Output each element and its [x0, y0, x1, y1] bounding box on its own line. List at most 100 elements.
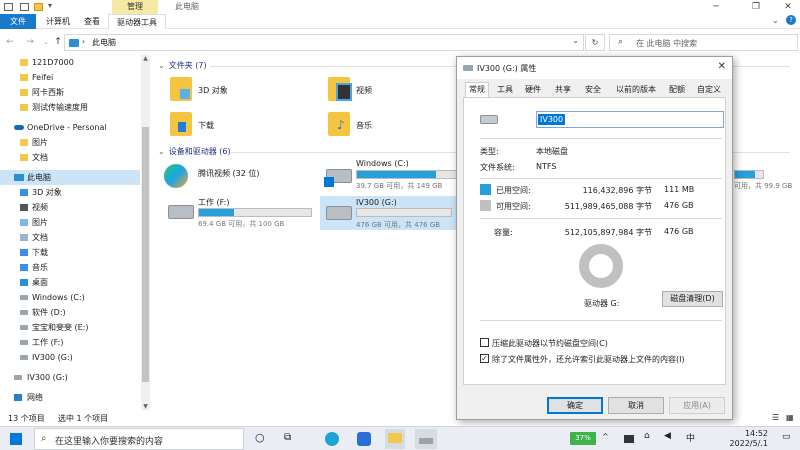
drive-partial[interactable]: 可用，共 99.9 GB	[734, 159, 796, 193]
up-arrow-icon[interactable]: ↑	[52, 35, 64, 49]
sidebar-item-onedrive[interactable]: OneDrive - Personal	[0, 120, 140, 135]
sidebar-item[interactable]: 文档	[0, 230, 140, 245]
sidebar-item[interactable]: 图片	[0, 215, 140, 230]
drive-icon	[20, 355, 28, 360]
refresh-icon[interactable]: ↻	[585, 34, 605, 51]
sidebar-item[interactable]: 下载	[0, 245, 140, 260]
expand-ribbon-icon[interactable]: ⌄	[772, 16, 779, 25]
tab-tools[interactable]: 工具	[493, 83, 517, 97]
folder-videos[interactable]: 视频	[328, 77, 468, 107]
scrollbar-thumb[interactable]	[142, 127, 149, 382]
app-tencent-video[interactable]: 腾讯视频 (32 位)	[164, 162, 314, 196]
drive-label: IV300 (G:)	[356, 198, 397, 207]
sidebar-item[interactable]: IV300 (G:)	[0, 350, 140, 365]
download-icon	[20, 249, 28, 256]
close-icon[interactable]: ✕	[776, 0, 800, 14]
back-arrow-icon[interactable]: ←	[4, 35, 16, 49]
ok-button[interactable]: 确定	[547, 397, 603, 414]
sidebar-item[interactable]: 121D7000	[0, 55, 140, 70]
tab-security[interactable]: 安全	[581, 83, 605, 97]
file-explorer-taskbar-button[interactable]	[385, 429, 405, 449]
recent-locations-icon[interactable]: ⌄	[40, 35, 52, 49]
sidebar-item[interactable]: 音乐	[0, 260, 140, 275]
sidebar-item[interactable]: 桌面	[0, 275, 140, 290]
edge-browser-icon[interactable]	[325, 432, 339, 446]
quick-access-dropdown-icon[interactable]: ▾	[48, 1, 52, 10]
show-hidden-icons-icon[interactable]: ^	[602, 432, 609, 448]
start-windows-icon[interactable]	[10, 433, 22, 445]
manage-context-tab[interactable]: 管理	[112, 0, 158, 14]
drive-c[interactable]: Windows (C:) 39.7 GB 可用，共 149 GB	[322, 159, 472, 193]
sidebar-item-this-pc[interactable]: 此电脑	[0, 170, 140, 185]
sidebar-item-label: 阿卡西斯	[32, 88, 64, 97]
cortana-icon[interactable]: ○	[255, 431, 267, 447]
sidebar-item[interactable]: 视频	[0, 200, 140, 215]
taskbar-search-box[interactable]: ⌕ 在这里输入你要搜索的内容	[34, 428, 244, 450]
sidebar-item[interactable]: 软件 (D:)	[0, 305, 140, 320]
breadcrumb-this-pc[interactable]: 此电脑	[92, 37, 116, 48]
folders-group-header[interactable]: ⌄ 文件夹 (7)	[158, 60, 207, 71]
tab-quota[interactable]: 配额	[665, 83, 689, 97]
tab-file[interactable]: 文件	[0, 14, 36, 29]
app-icon[interactable]	[357, 432, 371, 446]
details-view-icon[interactable]: ☰	[772, 413, 779, 422]
tab-sharing[interactable]: 共享	[551, 83, 575, 97]
tab-hardware[interactable]: 硬件	[521, 83, 545, 97]
sidebar-item[interactable]: 阿卡西斯	[0, 85, 140, 100]
apply-button[interactable]: 应用(A)	[669, 397, 725, 414]
collapse-chevron-icon[interactable]: ⌄	[158, 147, 165, 156]
folder-3d-objects[interactable]: 3D 对象	[170, 77, 310, 107]
drive-name-input[interactable]: IV300	[536, 111, 724, 128]
task-view-icon[interactable]: ⧉	[284, 431, 296, 447]
tab-view[interactable]: 查看	[76, 14, 108, 29]
drive-f[interactable]: 工作 (F:) 69.4 GB 可用，共 100 GB	[164, 197, 314, 231]
system-clock[interactable]: 14:52 2022/5/.1	[722, 429, 768, 449]
drive-g-selected[interactable]: IV300 (G:) 476 GB 可用，共 476 GB	[320, 196, 456, 230]
sidebar-item[interactable]: Windows (C:)	[0, 290, 140, 305]
sidebar-item-usb-drive[interactable]: IV300 (G:)	[0, 370, 140, 385]
folder-downloads[interactable]: 下载	[170, 112, 310, 142]
drives-group-header[interactable]: ⌄ 设备和驱动器 (6)	[158, 146, 231, 157]
sidebar-item[interactable]: 文档	[0, 150, 140, 165]
tab-drive-tools[interactable]: 驱动器工具	[108, 14, 166, 29]
collapse-chevron-icon[interactable]: ⌄	[158, 61, 165, 70]
folder-music[interactable]: 音乐	[328, 112, 468, 142]
maximize-icon[interactable]: ❐	[744, 0, 768, 14]
index-checkbox[interactable]: ✓	[480, 354, 489, 363]
sidebar-scrollbar[interactable]: ▲ ▼	[141, 55, 150, 410]
close-icon[interactable]: ✕	[718, 61, 726, 72]
properties-taskbar-button[interactable]	[415, 429, 437, 449]
disk-cleanup-button[interactable]: 磁盘清理(D)	[662, 291, 723, 307]
sidebar-item-network[interactable]: 网络	[0, 390, 140, 405]
scroll-up-icon[interactable]: ▲	[142, 55, 149, 62]
sidebar-item[interactable]: 测试传输速度用	[0, 100, 140, 115]
help-icon[interactable]: ?	[786, 15, 796, 25]
input-method-icon[interactable]: 中	[686, 431, 695, 447]
breadcrumb-chevron-icon[interactable]: ›	[82, 37, 85, 46]
volume-icon[interactable]: ◀	[664, 431, 671, 447]
properties-quick-icon[interactable]	[20, 3, 29, 11]
address-dropdown-icon[interactable]: ⌄	[572, 36, 579, 45]
cancel-button[interactable]: 取消	[608, 397, 664, 414]
large-icons-view-icon[interactable]: ▦	[786, 413, 794, 422]
sidebar-item[interactable]: 3D 对象	[0, 185, 140, 200]
forward-arrow-icon[interactable]: →	[24, 35, 36, 49]
network-icon[interactable]: ⌂	[644, 431, 650, 447]
minimize-icon[interactable]: ─	[704, 0, 728, 14]
notification-icon[interactable]: ▭	[782, 432, 791, 448]
tab-customize[interactable]: 自定义	[693, 83, 725, 97]
sidebar-item[interactable]: 宝宝和斐斐 (E:)	[0, 320, 140, 335]
tab-computer[interactable]: 计算机	[38, 14, 78, 29]
search-box[interactable]: ⌕ 在 此电脑 中搜索	[609, 34, 798, 51]
sidebar-item[interactable]: 工作 (F:)	[0, 335, 140, 350]
tab-previous-versions[interactable]: 以前的版本	[611, 83, 661, 97]
sidebar-item[interactable]: Feifei	[0, 70, 140, 85]
address-bar[interactable]: › 此电脑 ⌄	[64, 34, 584, 51]
sidebar-item[interactable]: 图片	[0, 135, 140, 150]
battery-icon[interactable]	[624, 435, 634, 443]
new-folder-quick-icon[interactable]	[34, 3, 43, 11]
scroll-down-icon[interactable]: ▼	[142, 403, 149, 410]
battery-indicator[interactable]: 37%	[570, 432, 596, 445]
compress-checkbox[interactable]	[480, 338, 489, 347]
tab-general[interactable]: 常规	[465, 82, 489, 97]
